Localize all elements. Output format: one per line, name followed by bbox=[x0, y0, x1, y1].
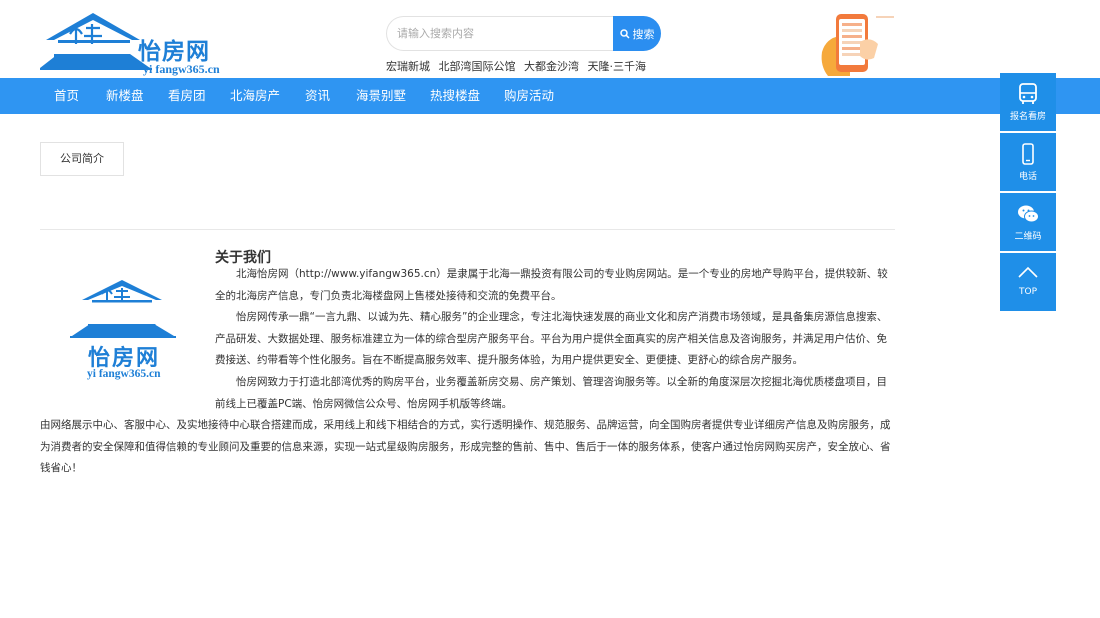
sidebar-item-label: 二维码 bbox=[1014, 232, 1042, 242]
nav-item-news[interactable]: 资讯 bbox=[305, 78, 330, 114]
hot-link[interactable]: 北部湾国际公馆 bbox=[439, 60, 516, 73]
header: 怡房网 yi fangw365.cn 搜索 宏瑞新城 北部湾国际公馆 大都金沙湾… bbox=[0, 0, 1100, 78]
sidebar-item-qrcode[interactable]: 二维码 bbox=[1000, 193, 1056, 253]
search-button[interactable]: 搜索 bbox=[613, 16, 661, 51]
nav-item-seaview-villas[interactable]: 海景别墅 bbox=[356, 78, 406, 114]
hot-search-links: 宏瑞新城 北部湾国际公馆 大都金沙湾 天隆·三千海 bbox=[386, 58, 651, 74]
section-divider bbox=[40, 229, 895, 230]
sidebar-item-label: TOP bbox=[1018, 287, 1037, 297]
about-paragraph: 怡房网传承一鼎“一言九鼎、以诚为先、精心服务”的企业理念，专注北海快速发展的商业… bbox=[215, 311, 888, 367]
nav-item-beihai-property[interactable]: 北海房产 bbox=[230, 78, 280, 114]
about-content: 北海怡房网（http://www.yifangw365.cn）是隶属于北海一鼎投… bbox=[40, 264, 895, 480]
hot-link[interactable]: 宏瑞新城 bbox=[386, 60, 430, 73]
site-logo[interactable]: 怡房网 yi fangw365.cn bbox=[40, 10, 220, 76]
sidebar-item-label: 报名看房 bbox=[1009, 112, 1046, 122]
search-input[interactable] bbox=[386, 16, 614, 51]
nav-item-new-properties[interactable]: 新楼盘 bbox=[106, 78, 144, 114]
floating-sidebar: 报名看房 电话 二维码 TOP bbox=[1000, 73, 1056, 313]
search-button-label: 搜索 bbox=[632, 27, 655, 41]
sidebar-item-book-viewing[interactable]: 报名看房 bbox=[1000, 73, 1056, 133]
about-paragraph: 北海怡房网（http://www.yifangw365.cn）是隶属于北海一鼎投… bbox=[215, 268, 888, 302]
phone-hand-illustration bbox=[821, 14, 894, 76]
nav-item-viewing-tour[interactable]: 看房团 bbox=[168, 78, 206, 114]
nav-item-purchase-events[interactable]: 购房活动 bbox=[504, 78, 554, 114]
sidebar-item-phone[interactable]: 电话 bbox=[1000, 133, 1056, 193]
about-paragraph: 怡房网致力于打造北部湾优秀的购房平台，业务覆盖新房交易、房产策划、管理咨询服务等… bbox=[215, 375, 887, 410]
nav-item-home[interactable]: 首页 bbox=[54, 78, 79, 114]
nav-item-hot-properties[interactable]: 热搜楼盘 bbox=[430, 78, 480, 114]
logo-domain: yi fangw365.cn bbox=[143, 62, 220, 76]
search-icon bbox=[619, 28, 630, 39]
sidebar-item-back-to-top[interactable]: TOP bbox=[1000, 253, 1056, 313]
about-paragraph: 由网络展示中心、客服中心、及实地接待中心联合搭建而成，采用线上和线下相结合的方式… bbox=[40, 419, 891, 475]
tab-company-profile[interactable]: 公司简介 bbox=[40, 142, 124, 176]
sidebar-item-label: 电话 bbox=[1018, 172, 1037, 182]
hot-link[interactable]: 天隆·三千海 bbox=[588, 60, 647, 73]
arrow-up-icon bbox=[1018, 266, 1038, 278]
hot-link[interactable]: 大都金沙湾 bbox=[524, 60, 579, 73]
main-nav: 首页 新楼盘 看房团 北海房产 资讯 海景别墅 热搜楼盘 购房活动 bbox=[0, 78, 1100, 114]
logo-text: 怡房网 bbox=[138, 38, 210, 65]
phone-icon bbox=[1022, 143, 1034, 165]
wechat-icon bbox=[1018, 205, 1039, 223]
bus-icon bbox=[1019, 83, 1037, 104]
